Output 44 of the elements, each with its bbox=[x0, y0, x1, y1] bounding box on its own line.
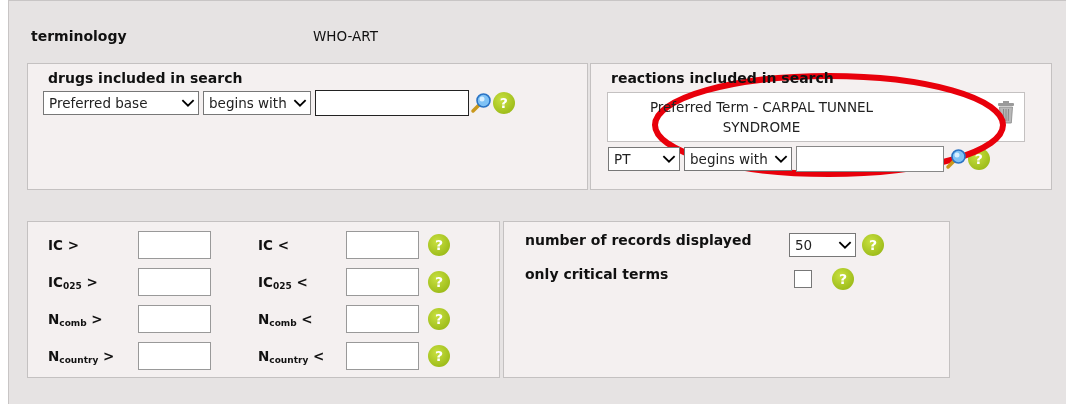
threshold-field[interactable] bbox=[138, 305, 211, 333]
terminology-label: terminology bbox=[30, 28, 128, 44]
terminology-value: WHO-ART bbox=[313, 28, 378, 44]
help-button[interactable]: ? bbox=[492, 92, 515, 114]
chevron-icon[interactable] bbox=[662, 154, 676, 164]
threshold-field[interactable] bbox=[138, 231, 211, 259]
checkbox[interactable] bbox=[794, 270, 812, 288]
threshold-label: N$_{country}$ > bbox=[48, 347, 116, 365]
panel-title: drugs included in search bbox=[48, 70, 244, 86]
threshold-field[interactable] bbox=[138, 342, 211, 370]
threshold-label: IC$_{025}$ < bbox=[258, 273, 309, 291]
search-icon[interactable] bbox=[944, 148, 967, 170]
option-label: only critical terms bbox=[525, 266, 670, 282]
help-button[interactable]: ? bbox=[428, 345, 450, 367]
search-field[interactable] bbox=[314, 90, 469, 116]
match-dropdown[interactable]: begins with bbox=[203, 91, 311, 115]
chevron-icon[interactable] bbox=[292, 98, 307, 108]
chevron-icon[interactable] bbox=[181, 98, 195, 108]
threshold-field[interactable] bbox=[138, 268, 211, 296]
field-dropdown[interactable]: PT bbox=[608, 147, 680, 171]
help-button[interactable]: ? bbox=[862, 234, 884, 256]
threshold-label: N$_{comb}$ < bbox=[258, 310, 314, 328]
chevron-icon[interactable] bbox=[773, 154, 788, 164]
option-label: number of records displayed bbox=[525, 232, 753, 248]
threshold-field[interactable] bbox=[346, 342, 419, 370]
field-dropdown[interactable]: Preferred base bbox=[43, 91, 199, 115]
threshold-label: IC$_{025}$ > bbox=[48, 273, 99, 291]
threshold-field[interactable] bbox=[346, 305, 419, 333]
search-icon[interactable] bbox=[469, 92, 492, 114]
chevron-icon[interactable] bbox=[838, 240, 852, 250]
threshold-field[interactable] bbox=[346, 268, 419, 296]
trash-icon[interactable] bbox=[996, 100, 1016, 124]
threshold-label: N$_{country}$ < bbox=[258, 347, 326, 365]
help-button[interactable]: ? bbox=[428, 271, 450, 293]
search-field[interactable] bbox=[795, 146, 944, 172]
help-button[interactable]: ? bbox=[428, 308, 450, 330]
help-button[interactable]: ? bbox=[832, 268, 854, 290]
threshold-label: IC > bbox=[48, 237, 80, 253]
threshold-field[interactable] bbox=[346, 231, 419, 259]
help-button[interactable]: ? bbox=[428, 234, 450, 256]
threshold-label: N$_{comb}$ > bbox=[48, 310, 104, 328]
match-dropdown[interactable]: begins with bbox=[684, 147, 792, 171]
records-dropdown[interactable]: 50 bbox=[789, 233, 856, 257]
threshold-label: IC < bbox=[258, 237, 290, 253]
